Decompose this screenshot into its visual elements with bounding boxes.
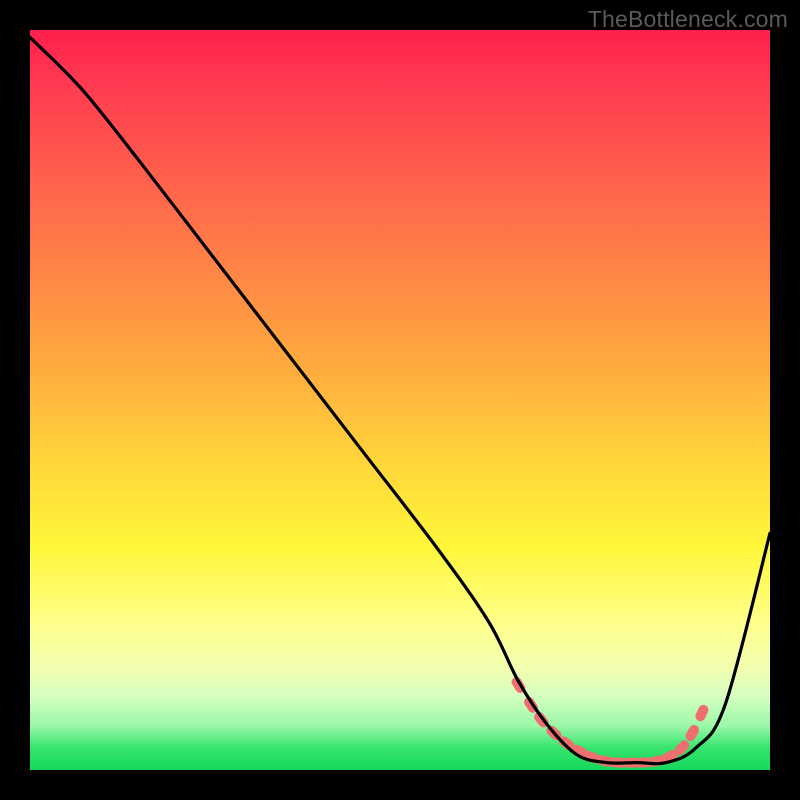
curve-layer (30, 30, 770, 770)
chart-frame: TheBottleneck.com (0, 0, 800, 800)
marker-pill (684, 723, 701, 743)
marker-pill (694, 703, 710, 723)
bottleneck-curve-line (30, 37, 770, 763)
plot-area (30, 30, 770, 770)
bottleneck-band-markers (510, 675, 710, 768)
watermark-text: TheBottleneck.com (588, 6, 788, 33)
